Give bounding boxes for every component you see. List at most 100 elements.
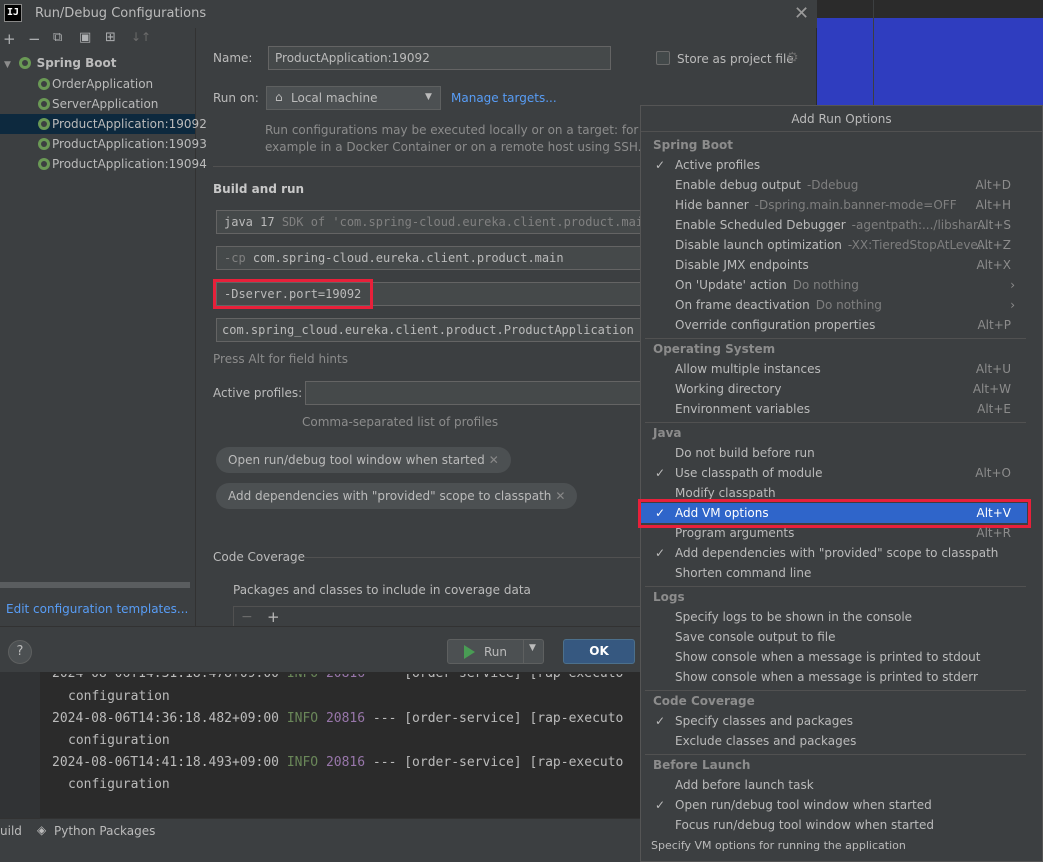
option-label: Allow multiple instances — [675, 362, 821, 376]
copy-icon[interactable]: ⧉ — [53, 30, 62, 45]
add-icon[interactable]: + — [267, 608, 280, 626]
run-on-dropdown[interactable]: ⌂ Local machine ▼ — [266, 86, 441, 110]
active-profiles-hint: Comma-separated list of profiles — [302, 415, 499, 429]
sort-icon[interactable]: ↓↑ — [131, 30, 151, 44]
option-label: Disable launch optimization — [675, 238, 842, 252]
option-label: Use classpath of module — [675, 466, 823, 480]
section-java: Java — [653, 426, 682, 440]
dialog-titlebar: IJ Run/Debug Configurations ✕ — [0, 0, 817, 28]
option-disable-launch-optimization[interactable]: Disable launch optimization -XX:TieredSto… — [641, 235, 1027, 255]
option-override-config-properties[interactable]: Override configuration properties Alt+P — [641, 315, 1027, 335]
option-chip-open-tool-window[interactable]: Open run/debug tool window when started ✕ — [216, 447, 511, 473]
option-exclude-classes-packages[interactable]: Exclude classes and packages — [641, 731, 1027, 751]
run-button[interactable]: Run ▼ — [447, 639, 544, 664]
cp-module-value: com.spring-cloud.eureka.client.product.m… — [252, 251, 564, 265]
tree-item-product-19093[interactable]: ProductApplication:19093 — [38, 134, 207, 154]
spring-boot-icon — [38, 97, 50, 110]
option-description: -Ddebug — [806, 178, 859, 192]
option-active-profiles[interactable]: ✓ Active profiles — [641, 155, 1027, 175]
option-environment-variables[interactable]: Environment variables Alt+E — [641, 399, 1027, 419]
option-label: Disable JMX endpoints — [675, 258, 809, 272]
remove-chip-icon[interactable]: ✕ — [489, 453, 499, 467]
remove-chip-icon[interactable]: ✕ — [555, 489, 565, 503]
main-class-field[interactable]: com.spring_cloud.eureka.client.product.P… — [216, 318, 646, 342]
option-use-classpath-of-module[interactable]: ✓ Use classpath of module Alt+O — [641, 463, 1027, 483]
option-show-console-stderr[interactable]: Show console when a message is printed t… — [641, 667, 1027, 687]
add-icon[interactable]: + — [3, 30, 16, 48]
option-on-update-action[interactable]: On 'Update' action Do nothing › — [641, 275, 1027, 295]
spring-boot-icon — [38, 77, 50, 90]
option-specify-logs[interactable]: Specify logs to be shown in the console — [641, 607, 1027, 627]
jre-field[interactable]: java 17 SDK of 'com.spring-cloud.eureka.… — [216, 210, 658, 234]
classpath-field[interactable]: -cp com.spring-cloud.eureka.client.produ… — [216, 246, 646, 270]
manage-targets-link[interactable]: Manage targets... — [451, 91, 557, 105]
option-do-not-build[interactable]: Do not build before run — [641, 443, 1027, 463]
edit-templates-link[interactable]: Edit configuration templates... — [6, 602, 188, 616]
option-hide-banner[interactable]: Hide banner -Dspring.main.banner-mode=OFF… — [641, 195, 1027, 215]
expand-arrow-icon[interactable]: ▼ — [4, 60, 11, 70]
name-field[interactable]: ProductApplication:19092 — [268, 46, 611, 70]
gear-icon[interactable]: ⚙ — [786, 50, 799, 66]
ok-button[interactable]: OK — [563, 639, 635, 664]
option-program-arguments[interactable]: Program arguments Alt+R — [641, 523, 1027, 543]
option-label: Add dependencies with "provided" scope t… — [675, 546, 999, 560]
main-class-value: com.spring_cloud.eureka.client.product.P… — [222, 323, 634, 337]
option-open-tool-window[interactable]: ✓ Open run/debug tool window when started — [641, 795, 1027, 815]
option-save-console-output[interactable]: Save console output to file — [641, 627, 1027, 647]
option-add-provided-dependencies[interactable]: ✓ Add dependencies with "provided" scope … — [641, 543, 1027, 563]
active-profiles-label: Active profiles: — [213, 386, 303, 400]
option-shortcut: Alt+Z — [976, 238, 1011, 252]
active-profiles-field[interactable] — [305, 381, 645, 405]
intellij-logo-icon: IJ — [4, 4, 22, 22]
option-disable-jmx[interactable]: Disable JMX endpoints Alt+X — [641, 255, 1027, 275]
option-label: Save console output to file — [675, 630, 836, 644]
console-line: configuration — [68, 689, 170, 704]
option-label: Enable debug output — [675, 178, 801, 192]
save-icon[interactable]: ▣ — [79, 30, 91, 45]
remove-icon[interactable]: − — [28, 30, 41, 48]
divider — [213, 166, 640, 167]
close-icon[interactable]: ✕ — [794, 3, 809, 24]
tree-item-orderapplication[interactable]: OrderApplication — [38, 74, 153, 94]
tree-group-spring-boot[interactable]: ▼ Spring Boot — [4, 53, 117, 73]
run-on-hint-line-1: Run configurations may be executed local… — [265, 123, 639, 137]
store-project-checkbox[interactable] — [656, 51, 670, 65]
tree-item-label: ProductApplication:19093 — [52, 137, 207, 151]
log-level: INFO — [286, 711, 319, 726]
build-tab[interactable]: uild — [0, 824, 22, 838]
tree-group-label: Spring Boot — [36, 56, 117, 70]
option-chip-provided-scope[interactable]: Add dependencies with "provided" scope t… — [216, 483, 578, 509]
folder-icon[interactable]: ⊞ — [105, 30, 116, 45]
option-scheduled-debugger[interactable]: Enable Scheduled Debugger -agentpath:.../… — [641, 215, 1027, 235]
status-bar — [0, 844, 640, 862]
horizontal-scrollbar[interactable] — [0, 582, 190, 588]
tree-item-serverapplication[interactable]: ServerApplication — [38, 94, 158, 114]
option-label: Show console when a message is printed t… — [675, 670, 978, 684]
option-shorten-command-line[interactable]: Shorten command line — [641, 563, 1027, 583]
help-button[interactable]: ? — [8, 640, 32, 664]
chevron-down-icon[interactable]: ▼ — [529, 643, 536, 653]
option-focus-tool-window[interactable]: Focus run/debug tool window when started — [641, 815, 1027, 835]
option-label: Specify classes and packages — [675, 714, 854, 728]
option-add-before-launch-task[interactable]: Add before launch task — [641, 775, 1027, 795]
tree-item-product-19092[interactable]: ProductApplication:19092 — [38, 114, 207, 134]
option-shortcut: Alt+O — [975, 466, 1011, 480]
divider — [303, 557, 640, 558]
option-show-console-stdout[interactable]: Show console when a message is printed t… — [641, 647, 1027, 667]
section-operating-system: Operating System — [653, 342, 776, 356]
option-enable-debug-output[interactable]: Enable debug output -Ddebug Alt+D — [641, 175, 1027, 195]
tree-item-product-19094[interactable]: ProductApplication:19094 — [38, 154, 207, 174]
remove-icon[interactable]: − — [241, 609, 253, 625]
python-packages-tab[interactable]: Python Packages — [54, 824, 155, 838]
option-allow-multiple-instances[interactable]: Allow multiple instances Alt+U — [641, 359, 1027, 379]
option-shortcut: Alt+W — [972, 382, 1011, 396]
option-on-frame-deactivation[interactable]: On frame deactivation Do nothing › — [641, 295, 1027, 315]
divider — [645, 586, 1026, 587]
option-working-directory[interactable]: Working directory Alt+W — [641, 379, 1027, 399]
option-label: Program arguments — [675, 526, 795, 540]
divider — [645, 422, 1026, 423]
editor-guide-line — [873, 0, 874, 105]
option-label: Override configuration properties — [675, 318, 876, 332]
option-specify-classes-packages[interactable]: ✓ Specify classes and packages — [641, 711, 1027, 731]
chevron-right-icon: › — [1010, 298, 1015, 312]
